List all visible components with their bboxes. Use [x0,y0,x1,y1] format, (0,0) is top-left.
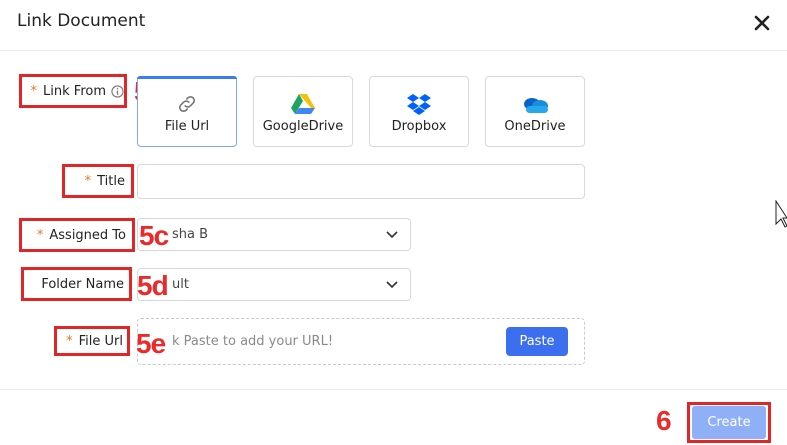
source-tile-google-drive[interactable]: GoogleDrive [253,76,353,147]
header-divider [0,50,787,51]
annotation-5e: 5e [136,328,166,359]
cursor-icon [775,200,787,228]
paste-button[interactable]: Paste [506,327,568,356]
footer-divider [0,389,787,390]
source-tile-dropbox[interactable]: Dropbox [369,76,469,147]
required-mark: * [30,83,38,99]
file-url-label: * File Url [57,328,123,354]
source-tile-onedrive[interactable]: OneDrive [485,76,585,147]
source-label: Dropbox [391,119,447,134]
close-icon[interactable] [752,13,772,33]
create-button[interactable]: Create [692,406,766,439]
link-from-text: Link From [43,83,106,99]
source-label: OneDrive [504,119,566,134]
onedrive-icon [524,98,548,113]
file-url-text: File Url [78,333,123,349]
annotation-6: 6 [656,405,672,436]
dialog-title: Link Document [17,11,146,31]
annotation-5d: 5d [137,270,169,301]
folder-name-select[interactable]: ult [137,268,411,301]
assigned-to-label: * Assigned To [22,221,126,249]
link-from-label: * Link From [22,77,124,105]
required-mark: * [66,333,73,349]
folder-name-label: Folder Name [24,270,124,298]
assigned-to-select[interactable]: sha B [137,218,411,251]
file-url-placeholder: k Paste to add your URL! [172,334,334,349]
link-icon [178,95,196,113]
required-mark: * [84,173,92,189]
title-label: * Title [65,167,125,195]
source-label: File Url [164,119,210,134]
assigned-to-text: Assigned To [49,227,126,243]
assigned-to-value: sha B [172,227,209,242]
dropbox-icon [407,94,431,115]
source-label: GoogleDrive [262,119,344,134]
source-tile-file-url[interactable]: File Url [137,76,237,147]
required-mark: * [36,227,44,243]
title-text: Title [97,173,125,189]
title-input[interactable] [137,164,585,199]
folder-name-text: Folder Name [41,276,124,292]
info-icon[interactable] [111,84,124,98]
chevron-down-icon [386,280,398,288]
chevron-down-icon [386,230,398,238]
folder-name-value: ult [172,277,189,292]
annotation-5c: 5c [139,220,169,251]
google-drive-icon [291,94,315,114]
